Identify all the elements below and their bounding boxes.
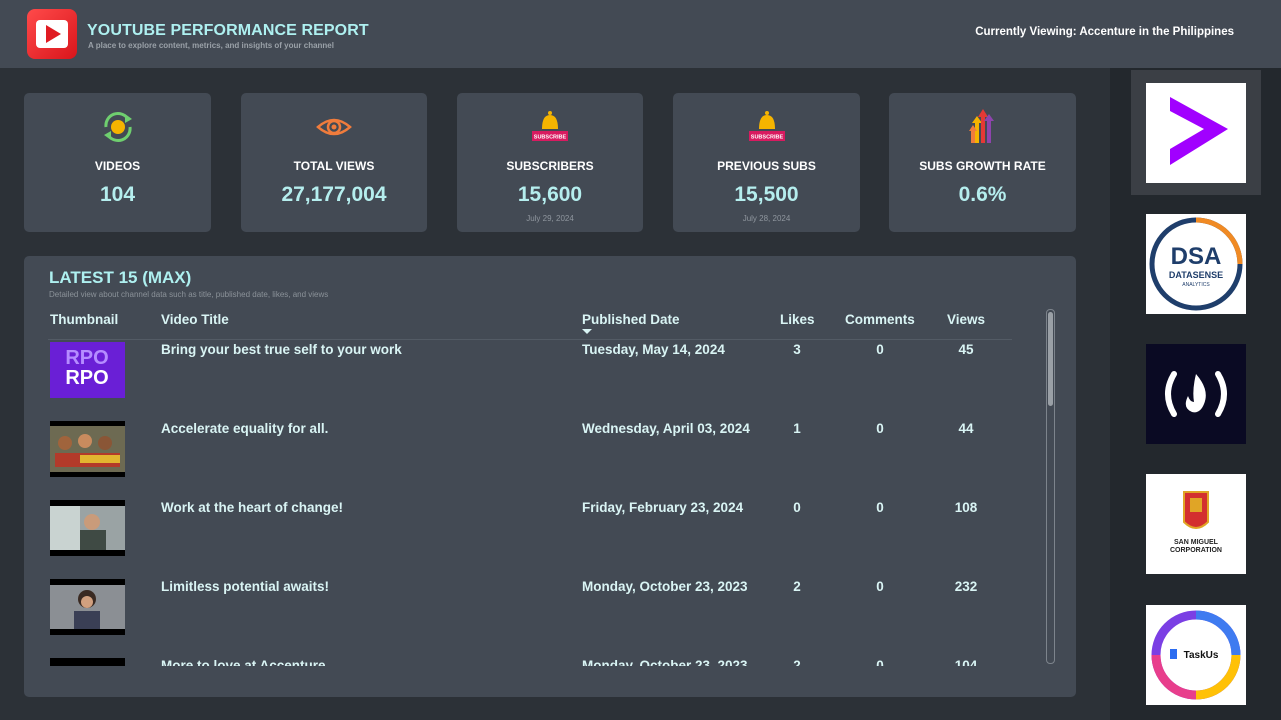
youtube-logo-icon — [27, 9, 77, 59]
column-header-comments[interactable]: Comments — [845, 312, 915, 327]
thumbnail-text: RPO — [65, 347, 108, 369]
company-selector: DSA DATASENSE ANALYTICS SAN MIGUEL CORPO… — [1110, 68, 1281, 720]
san-miguel-name-text: SAN MIGUEL — [1174, 539, 1219, 546]
datasense-name-text: DATASENSE — [1169, 270, 1223, 280]
comments-count: 0 — [876, 658, 884, 666]
video-thumbnail[interactable] — [50, 658, 125, 666]
subscribe-badge-text: SUBSCRIBE — [534, 135, 567, 141]
published-date: Friday, February 23, 2024 — [582, 500, 744, 515]
report-title: YOUTUBE PERFORMANCE REPORT — [87, 22, 369, 39]
likes-count: 1 — [793, 421, 801, 436]
views-count: 232 — [954, 579, 978, 594]
kpi-date: July 28, 2024 — [742, 214, 791, 223]
san-miguel-logo-icon: SAN MIGUEL CORPORATION — [1170, 491, 1222, 554]
likes-count: 0 — [793, 500, 801, 515]
kpi-value: 104 — [99, 183, 136, 206]
column-header-views[interactable]: Views — [947, 312, 985, 327]
column-header-thumbnail[interactable]: Thumbnail — [50, 312, 118, 327]
video-thumbnail[interactable]: RPO RPO — [50, 342, 125, 398]
kpi-label: SUBS GROWTH RATE — [919, 159, 1046, 173]
datasense-dsa-text: DSA — [1171, 243, 1222, 270]
video-title: Limitless potential awaits! — [161, 579, 330, 594]
table-scrollbar-thumb[interactable] — [1048, 312, 1053, 406]
company-accenture-button[interactable] — [1146, 83, 1246, 183]
likes-count: 2 — [793, 579, 801, 594]
video-thumbnail[interactable] — [50, 579, 125, 635]
kpi-card-total-views: TOTAL VIEWS 27,177,004 — [241, 93, 427, 232]
currently-viewing-label: Currently Viewing: Accenture in the Phil… — [975, 26, 1234, 38]
comments-count: 0 — [876, 342, 884, 357]
growth-arrows-icon — [968, 109, 994, 143]
table-row[interactable]: RPO RPO Bring your best true self to you… — [24, 340, 1044, 419]
comments-count: 0 — [876, 421, 884, 436]
views-count: 108 — [954, 500, 978, 515]
video-thumbnail[interactable] — [50, 500, 125, 556]
kpi-date: July 29, 2024 — [526, 214, 574, 223]
video-title: More to love at Accenture — [161, 658, 326, 666]
column-header-likes[interactable]: Likes — [780, 312, 815, 327]
column-header-video-title[interactable]: Video Title — [161, 312, 229, 327]
likes-count: 2 — [793, 658, 801, 666]
report-subtitle: A place to explore content, metrics, and… — [88, 41, 334, 50]
published-date: Tuesday, May 14, 2024 — [582, 342, 725, 357]
report-header: YOUTUBE PERFORMANCE REPORT A place to ex… — [0, 0, 1281, 68]
subscribe-bell-icon: SUBSCRIBE — [748, 111, 785, 141]
views-count: 45 — [958, 342, 974, 357]
comments-count: 0 — [876, 579, 884, 594]
subscribe-badge-text: SUBSCRIBE — [750, 135, 783, 141]
video-title: Work at the heart of change! — [161, 500, 344, 515]
kpi-label: VIDEOS — [94, 159, 141, 173]
table-row[interactable]: Accelerate equality for all. Wednesday, … — [24, 419, 1044, 498]
latest-videos-panel: LATEST 15 (MAX) Detailed view about chan… — [24, 256, 1076, 697]
likes-count: 3 — [793, 342, 801, 357]
kpi-card-videos: VIDEOS 104 — [24, 93, 211, 232]
video-thumbnail[interactable] — [50, 421, 125, 477]
kpi-label: TOTAL VIEWS — [293, 159, 375, 173]
refresh-all-icon — [103, 112, 132, 142]
san-miguel-corp-text: CORPORATION — [1170, 547, 1222, 554]
views-count: 104 — [954, 658, 978, 666]
kpi-card-previous-subs: SUBSCRIBE PREVIOUS SUBS 15,500 July 28, … — [673, 93, 860, 232]
company-san-miguel-button[interactable]: SAN MIGUEL CORPORATION — [1146, 474, 1246, 574]
panel-title: LATEST 15 (MAX) — [49, 268, 192, 287]
kpi-value: 27,177,004 — [281, 183, 387, 206]
video-table-body[interactable]: RPO RPO Bring your best true self to you… — [24, 340, 1044, 666]
thumbnail-text: RPO — [65, 367, 108, 389]
taskus-logo-icon: TaskUs — [1151, 610, 1241, 700]
sort-descending-icon[interactable] — [582, 329, 592, 334]
company-freecodecamp-button[interactable] — [1146, 344, 1246, 444]
kpi-value: 15,600 — [517, 183, 583, 206]
column-header-published-date[interactable]: Published Date — [582, 312, 680, 327]
datasense-logo-icon: DSA DATASENSE ANALYTICS — [1149, 217, 1243, 311]
published-date: Wednesday, April 03, 2024 — [582, 421, 750, 436]
table-row[interactable]: Work at the heart of change! Friday, Feb… — [24, 498, 1044, 577]
video-title: Bring your best true self to your work — [161, 342, 402, 357]
published-date: Monday, October 23, 2023 — [582, 579, 748, 594]
kpi-card-subscribers: SUBSCRIBE SUBSCRIBERS 15,600 July 29, 20… — [457, 93, 643, 232]
company-datasense-button[interactable]: DSA DATASENSE ANALYTICS — [1146, 214, 1246, 314]
eye-icon — [316, 118, 352, 136]
comments-count: 0 — [876, 500, 884, 515]
datasense-analytics-text: ANALYTICS — [1182, 282, 1210, 288]
accenture-logo-icon — [1170, 97, 1228, 165]
kpi-card-subs-growth-rate: SUBS GROWTH RATE 0.6% — [889, 93, 1076, 232]
views-count: 44 — [958, 421, 974, 436]
published-date: Monday, October 23, 2023 — [582, 658, 748, 666]
subscribe-bell-icon: SUBSCRIBE — [532, 111, 568, 141]
kpi-label: PREVIOUS SUBS — [717, 159, 816, 173]
kpi-value: 0.6% — [958, 183, 1007, 206]
company-taskus-button[interactable]: TaskUs — [1146, 605, 1246, 705]
kpi-label: SUBSCRIBERS — [506, 159, 594, 173]
video-title: Accelerate equality for all. — [161, 421, 329, 436]
kpi-value: 15,500 — [734, 183, 799, 206]
table-row[interactable]: More to love at Accenture Monday, Octobe… — [24, 656, 1044, 666]
table-row[interactable]: Limitless potential awaits! Monday, Octo… — [24, 577, 1044, 656]
freecodecamp-logo-icon — [1165, 371, 1227, 417]
panel-subtitle: Detailed view about channel data such as… — [49, 290, 329, 299]
taskus-name-text: TaskUs — [1184, 650, 1219, 661]
